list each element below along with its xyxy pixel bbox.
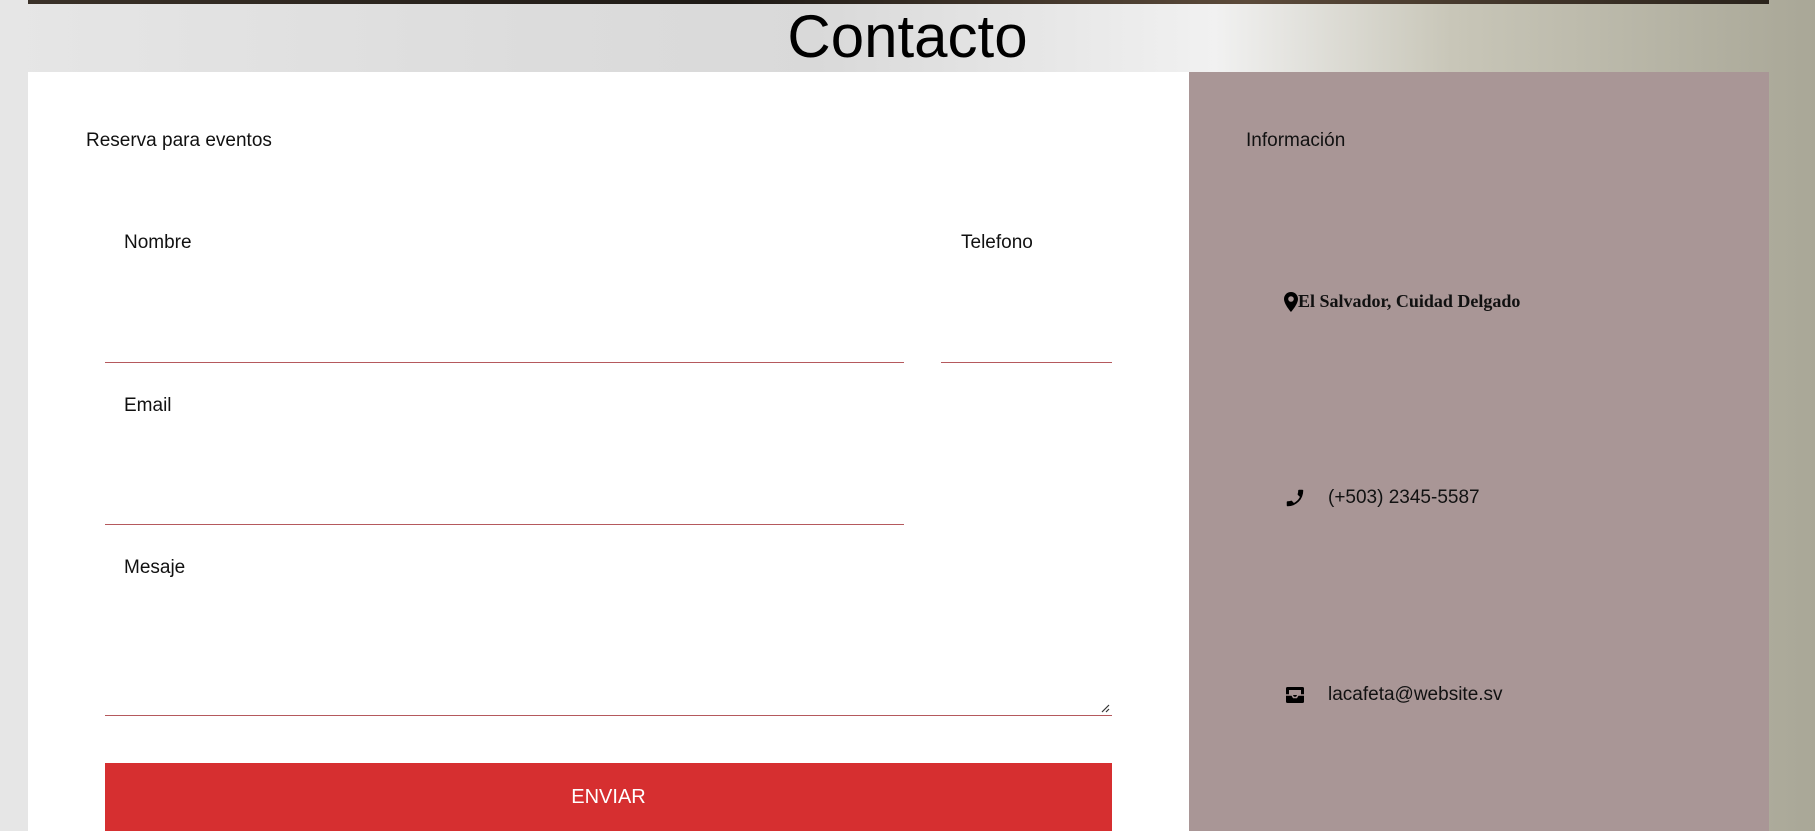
form-heading: Reserva para eventos <box>86 130 272 151</box>
map-marker-icon <box>1284 291 1298 312</box>
name-label: Nombre <box>124 232 192 253</box>
phone-text: (+503) 2345-5587 <box>1328 487 1480 508</box>
phone-row: (+503) 2345-5587 <box>1284 487 1480 509</box>
resize-handle-icon[interactable] <box>1100 703 1110 713</box>
info-heading: Información <box>1246 130 1346 151</box>
address-text: El Salvador, Cuidad Delgado <box>1298 291 1521 311</box>
email-text: lacafeta@website.sv <box>1328 684 1503 705</box>
email-row: lacafeta@website.sv <box>1284 684 1503 706</box>
email-label: Email <box>124 395 172 416</box>
name-input[interactable] <box>105 334 904 363</box>
envelope-open-icon <box>1284 684 1306 706</box>
submit-button[interactable]: ENVIAR <box>105 763 1112 831</box>
reservation-form-panel: Reserva para eventos Nombre Telefono Ema… <box>28 72 1189 831</box>
phone-label: Telefono <box>961 232 1033 253</box>
address-row: El Salvador, Cuidad Delgado <box>1284 291 1520 312</box>
page-title: Contacto <box>787 3 1028 70</box>
email-input[interactable] <box>105 496 904 525</box>
message-textarea[interactable] <box>105 592 1112 716</box>
phone-input[interactable] <box>941 334 1112 363</box>
info-panel: Información El Salvador, Cuidad Delgado … <box>1189 72 1769 831</box>
message-label: Mesaje <box>124 557 186 578</box>
phone-icon <box>1284 487 1306 509</box>
